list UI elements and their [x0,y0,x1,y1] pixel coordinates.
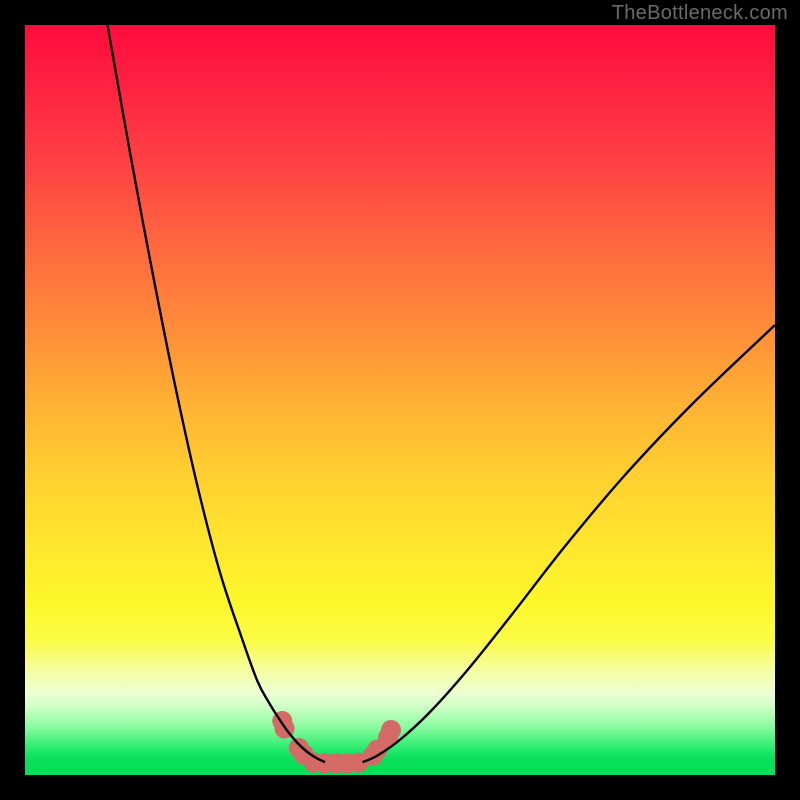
chart-svg [25,25,775,775]
chart-frame: TheBottleneck.com [0,0,800,800]
plot-area [25,25,775,775]
marker-dot [381,720,401,740]
left-curve [108,25,326,762]
marker-series [272,711,401,773]
right-curve [363,325,776,762]
watermark-text: TheBottleneck.com [612,2,788,25]
